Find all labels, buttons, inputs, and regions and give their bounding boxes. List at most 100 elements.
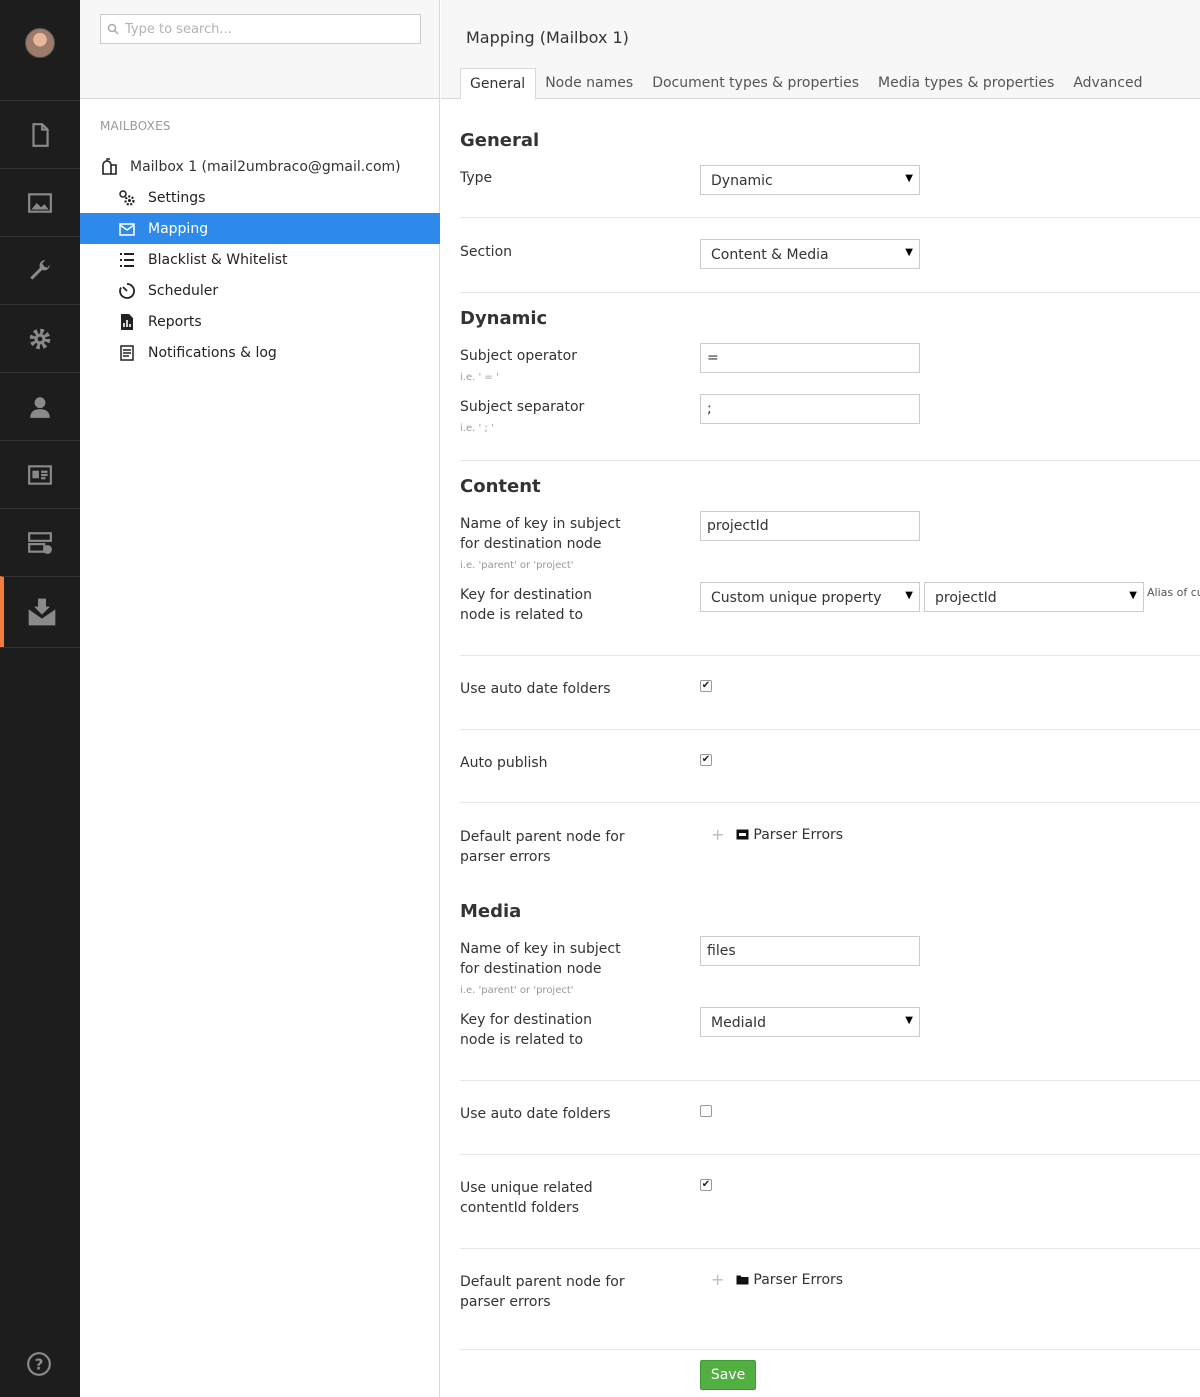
media-key-input[interactable] (700, 936, 920, 966)
tree-panel: MAILBOXES Mailbox 1 (mail2umbraco@gmail.… (80, 0, 440, 1397)
media-parent-node[interactable]: Parser Errors (753, 1272, 843, 1288)
tab-advanced[interactable]: Advanced (1064, 68, 1152, 99)
tree-item-label: Notifications & log (148, 344, 277, 361)
search-box[interactable] (100, 14, 421, 44)
tree-item-label: Blacklist & Whitelist (148, 251, 288, 268)
media-key-label-line2: for destination node (460, 961, 602, 977)
tree-item-label: Settings (148, 189, 206, 206)
document-icon (32, 122, 49, 147)
help-icon[interactable]: ? (26, 1351, 52, 1377)
subject-operator-input[interactable] (700, 343, 920, 373)
section-members[interactable] (0, 440, 80, 508)
content-heading: Content (460, 476, 541, 497)
search-input[interactable] (125, 18, 415, 40)
media-parent-label: Default parent node for parser errors (460, 1272, 625, 1312)
tree-item-label: Mapping (148, 220, 209, 237)
type-select-value: Dynamic (711, 173, 773, 189)
media-related-select-value: MediaId (711, 1015, 767, 1031)
tree-root-mailbox[interactable]: Mailbox 1 (mail2umbraco@gmail.com) (100, 157, 401, 177)
search-bar (80, 0, 439, 99)
unique-folders-label-line2: contentId folders (460, 1200, 579, 1216)
content-alias-select-value: projectId (935, 590, 997, 606)
timer-icon (119, 282, 135, 299)
dropdown-arrow-icon: ▼ (905, 1015, 913, 1026)
section-select[interactable]: Content & Media ▼ (700, 239, 920, 269)
section-content[interactable] (0, 100, 80, 168)
dynamic-heading: Dynamic (460, 308, 548, 329)
tree-item-blacklist-whitelist[interactable]: Blacklist & Whitelist (80, 244, 440, 275)
divider (460, 1080, 1200, 1081)
unique-folders-checkbox[interactable]: ✔ (700, 1179, 712, 1191)
section-users[interactable] (0, 372, 80, 440)
media-key-label-line1: Name of key in subject (460, 941, 621, 957)
content-auto-date-checkbox[interactable]: ✔ (700, 680, 712, 692)
media-auto-date-checkbox[interactable] (700, 1105, 712, 1117)
save-button[interactable]: Save (700, 1360, 756, 1390)
tab-node-names[interactable]: Node names (536, 68, 643, 99)
divider (460, 802, 1200, 803)
add-icon[interactable]: + (711, 825, 724, 844)
divider (460, 1154, 1200, 1155)
media-related-label-line1: Key for destination (460, 1012, 592, 1028)
section-settings[interactable] (0, 236, 80, 304)
tree-item-label: Scheduler (148, 282, 219, 299)
auto-publish-checkbox[interactable]: ✔ (700, 754, 712, 766)
tree-heading: MAILBOXES (100, 119, 171, 133)
content-related-select[interactable]: Custom unique property ▼ (700, 582, 920, 612)
section-label: Section (460, 244, 513, 260)
section-developer[interactable] (0, 304, 80, 372)
svg-text:?: ? (35, 1355, 44, 1373)
section-media[interactable] (0, 168, 80, 236)
general-heading: General (460, 130, 540, 151)
dropdown-arrow-icon: ▼ (905, 590, 913, 601)
section-bar: ? (0, 0, 80, 1397)
tree-item-scheduler[interactable]: Scheduler (80, 275, 440, 306)
type-label: Type (460, 170, 493, 186)
user-avatar[interactable] (25, 28, 55, 58)
tree-item-notifications-log[interactable]: Notifications & log (80, 337, 440, 368)
section-forms[interactable] (0, 508, 80, 576)
type-select[interactable]: Dynamic ▼ (700, 165, 920, 195)
content-parent-picker[interactable]: + Parser Errors (711, 825, 843, 844)
media-parent-picker[interactable]: + Parser Errors (711, 1270, 843, 1289)
content-parent-label-line1: Default parent node for (460, 829, 625, 845)
media-related-label-line2: node is related to (460, 1032, 584, 1048)
tree-root-label: Mailbox 1 (mail2umbraco@gmail.com) (130, 159, 401, 175)
tree-item-reports[interactable]: Reports (80, 306, 440, 337)
user-icon (30, 396, 50, 418)
subject-operator-label: Subject operator (460, 348, 577, 364)
subject-separator-input[interactable] (700, 394, 920, 424)
tab-document-types[interactable]: Document types & properties (643, 68, 869, 99)
tab-general[interactable]: General (460, 68, 537, 100)
content-parent-label: Default parent node for parser errors (460, 827, 625, 867)
subject-separator-label: Subject separator (460, 399, 585, 415)
subject-separator-hint: i.e. ' ; ' (460, 423, 494, 434)
mailbox-icon (102, 158, 117, 175)
folder-icon (736, 1275, 749, 1285)
mail-icon (119, 222, 135, 236)
unique-folders-label: Use unique related contentId folders (460, 1178, 593, 1218)
media-auto-date-label: Use auto date folders (460, 1106, 611, 1122)
content-alias-select[interactable]: projectId ▼ (924, 582, 1144, 612)
list-icon (120, 252, 134, 267)
log-icon (120, 344, 134, 361)
content-related-select-value: Custom unique property (711, 590, 882, 606)
editor-header: Mapping (Mailbox 1) General Node names D… (441, 0, 1200, 100)
id-card-icon (28, 464, 52, 485)
divider (460, 1349, 1200, 1350)
content-key-label: Name of key in subject for destination n… (460, 514, 621, 554)
media-related-select[interactable]: MediaId ▼ (700, 1007, 920, 1037)
dropdown-arrow-icon: ▼ (905, 247, 913, 258)
section-mail2umbraco[interactable] (0, 576, 80, 647)
media-key-label: Name of key in subject for destination n… (460, 939, 621, 979)
content-parent-node[interactable]: Parser Errors (753, 827, 843, 843)
wrench-icon (30, 259, 50, 280)
content-key-input[interactable] (700, 511, 920, 541)
tree-item-settings[interactable]: Settings (80, 182, 440, 213)
media-parent-label-line1: Default parent node for (460, 1274, 625, 1290)
add-icon[interactable]: + (711, 1270, 724, 1289)
tab-media-types[interactable]: Media types & properties (869, 68, 1064, 99)
alias-note: Alias of custom property (1147, 586, 1200, 599)
tree-item-mapping[interactable]: Mapping (80, 213, 440, 244)
content-key-hint: i.e. 'parent' or 'project' (460, 560, 574, 571)
